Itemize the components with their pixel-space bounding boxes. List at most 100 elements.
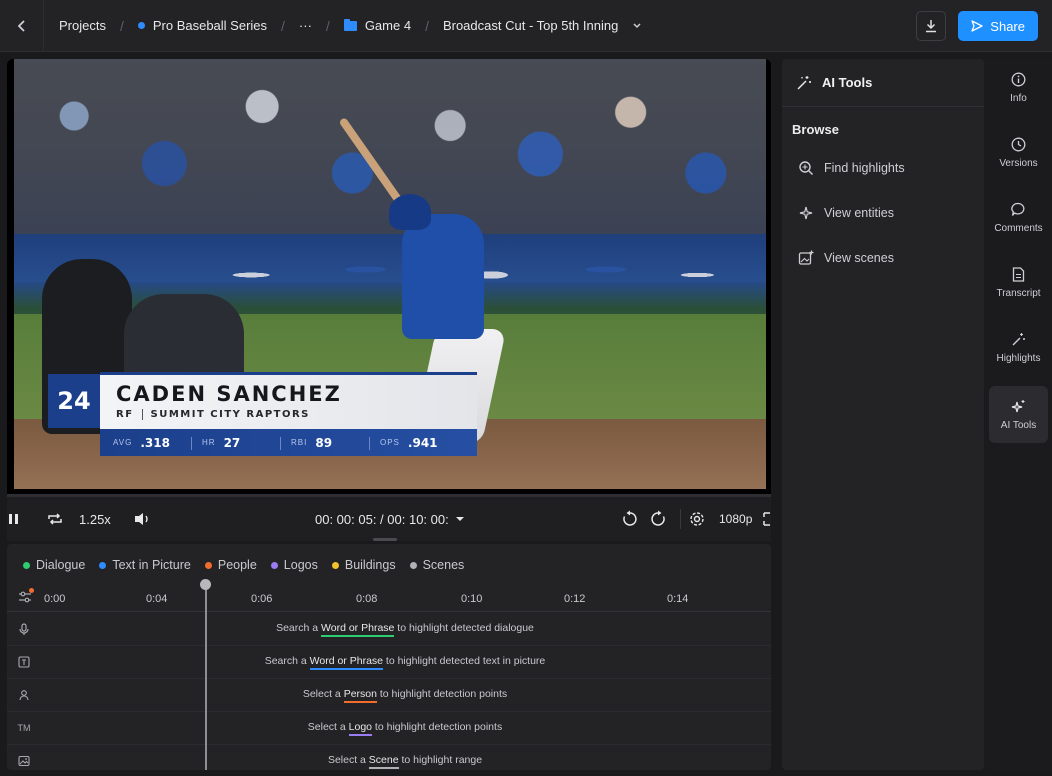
magic-wand-icon xyxy=(797,75,811,90)
time-tick: 0:12 xyxy=(564,593,586,605)
browse-heading: Browse xyxy=(792,122,839,137)
text-icon xyxy=(17,655,31,669)
track-hint: Select a Logo to highlight detection poi… xyxy=(39,721,771,736)
track-scenes[interactable]: Select a Scene to highlight range xyxy=(7,745,771,770)
legend-label: People xyxy=(217,558,257,572)
breadcrumb-separator: / xyxy=(325,17,330,34)
download-button[interactable] xyxy=(916,11,947,41)
time-tick: 0:00 xyxy=(44,593,66,605)
loop-icon xyxy=(48,513,62,525)
breadcrumb-game-label: Game 4 xyxy=(364,18,412,33)
track-logos[interactable]: TM Select a Logo to highlight detection … xyxy=(7,712,771,745)
right-rail: Info Versions Comments Transcript Highli… xyxy=(985,59,1052,770)
ai-panel-title: AI Tools xyxy=(822,75,873,90)
time-ruler[interactable]: 0:00 0:04 0:06 0:08 0:10 0:12 0:14 xyxy=(7,586,771,612)
player-name: CADEN SANCHEZ xyxy=(116,382,342,406)
hint-keyword[interactable]: Scene xyxy=(368,754,399,769)
stat-key: HR xyxy=(202,438,216,447)
player-lower-third: 24 CADEN SANCHEZ RF SUMMIT CITY RAPTORS … xyxy=(48,372,477,458)
legend-text-in-picture[interactable]: Text in Picture xyxy=(99,558,191,572)
settings-button[interactable] xyxy=(680,509,705,529)
legend-logos[interactable]: Logos xyxy=(270,558,318,572)
hint-post: to highlight detected dialogue xyxy=(394,622,534,634)
gear-icon xyxy=(690,512,704,526)
hint-keyword[interactable]: Logo xyxy=(348,721,373,736)
breadcrumb-game[interactable]: Game 4 xyxy=(343,18,412,33)
legend-dialogue[interactable]: Dialogue xyxy=(23,558,85,572)
volume-button[interactable] xyxy=(133,497,151,541)
player-subtitle: RF SUMMIT CITY RAPTORS xyxy=(116,409,461,420)
rail-transcript[interactable]: Transcript xyxy=(989,254,1048,311)
loop-button[interactable] xyxy=(47,497,63,541)
person-icon xyxy=(17,688,31,702)
legend-label: Dialogue xyxy=(36,558,86,572)
playhead-line[interactable] xyxy=(205,581,207,770)
hint-keyword[interactable]: Word or Phrase xyxy=(321,622,395,637)
magic-wand-icon xyxy=(1012,332,1025,345)
hint-post: to highlight range xyxy=(398,754,483,766)
top-bar: Projects / Pro Baseball Series / ··· / G… xyxy=(0,0,1052,52)
logos-dot-icon xyxy=(270,561,278,569)
track-dialogue[interactable]: Search a Word or Phrase to highlight det… xyxy=(7,613,771,646)
send-icon xyxy=(971,20,983,32)
track-hint: Select a Scene to highlight range xyxy=(39,754,771,769)
timecode-selector[interactable]: 00: 00: 05: / 00: 10: 00: xyxy=(315,497,465,541)
buildings-dot-icon xyxy=(331,561,339,569)
track-hint: Search a Word or Phrase to highlight det… xyxy=(39,655,771,670)
rail-highlights[interactable]: Highlights xyxy=(989,319,1048,376)
ai-item-label: View scenes xyxy=(824,250,894,265)
breadcrumb: Projects / Pro Baseball Series / ··· / G… xyxy=(44,0,642,52)
rail-label: Versions xyxy=(999,157,1038,169)
search-sparkle-icon xyxy=(799,160,814,175)
comment-icon xyxy=(1011,202,1025,216)
view-scenes-item[interactable]: View scenes xyxy=(782,235,984,280)
stat-value: 27 xyxy=(223,435,241,450)
rewind-icon xyxy=(623,510,637,526)
breadcrumb-series[interactable]: Pro Baseball Series xyxy=(137,18,268,33)
fullscreen-icon xyxy=(763,512,770,526)
sparkles-icon xyxy=(1011,399,1025,412)
legend-buildings[interactable]: Buildings xyxy=(331,558,396,572)
rewind-button[interactable] xyxy=(621,497,639,541)
fullscreen-button[interactable] xyxy=(763,497,771,541)
rail-label: Info xyxy=(1010,92,1027,104)
rail-info[interactable]: Info xyxy=(989,59,1048,116)
dialogue-dot-icon xyxy=(23,561,30,569)
playback-speed[interactable]: 1.25x xyxy=(79,497,111,541)
time-tick: 0:06 xyxy=(251,593,273,605)
hint-keyword[interactable]: Person xyxy=(343,688,377,703)
share-button[interactable]: Share xyxy=(958,11,1038,41)
pause-button[interactable] xyxy=(8,497,20,541)
rail-ai-tools[interactable]: AI Tools xyxy=(989,386,1048,443)
breadcrumb-current-asset[interactable]: Broadcast Cut - Top 5th Inning xyxy=(443,18,642,33)
ai-panel-header: AI Tools xyxy=(782,59,984,107)
time-tick: 0:04 xyxy=(146,593,168,605)
resize-handle[interactable] xyxy=(373,538,397,541)
rail-versions[interactable]: Versions xyxy=(989,124,1048,181)
legend-people[interactable]: People xyxy=(204,558,257,572)
breadcrumb-more[interactable]: ··· xyxy=(299,18,312,33)
breadcrumb-separator: / xyxy=(119,17,124,34)
breadcrumb-projects[interactable]: Projects xyxy=(59,18,106,33)
image-sparkle-icon xyxy=(798,250,814,265)
hint-keyword[interactable]: Word or Phrase xyxy=(309,655,383,670)
time-tick: 0:14 xyxy=(667,593,689,605)
playhead-handle[interactable] xyxy=(200,579,211,590)
stat-value: .318 xyxy=(140,435,170,450)
rail-comments[interactable]: Comments xyxy=(989,189,1048,246)
breadcrumb-asset-label: Broadcast Cut - Top 5th Inning xyxy=(442,18,619,33)
rail-label: AI Tools xyxy=(1000,419,1037,431)
breadcrumb-series-label: Pro Baseball Series xyxy=(152,18,268,33)
view-entities-item[interactable]: View entities xyxy=(782,190,984,235)
forward-button[interactable] xyxy=(649,497,667,541)
track-text-in-picture[interactable]: Search a Word or Phrase to highlight det… xyxy=(7,646,771,679)
mic-icon xyxy=(17,622,31,636)
player-stats: AVG .318 HR 27 RBI 89 OPS .941 xyxy=(100,429,477,456)
video-player[interactable]: 24 CADEN SANCHEZ RF SUMMIT CITY RAPTORS … xyxy=(7,59,771,539)
ai-tools-panel: AI Tools Browse Find highlights View ent… xyxy=(782,59,984,770)
back-button[interactable] xyxy=(0,0,44,52)
find-highlights-item[interactable]: Find highlights xyxy=(782,145,984,190)
track-people[interactable]: Select a Person to highlight detection p… xyxy=(7,679,771,712)
legend-scenes[interactable]: Scenes xyxy=(409,558,464,572)
quality-selector[interactable]: 1080p xyxy=(719,497,752,541)
